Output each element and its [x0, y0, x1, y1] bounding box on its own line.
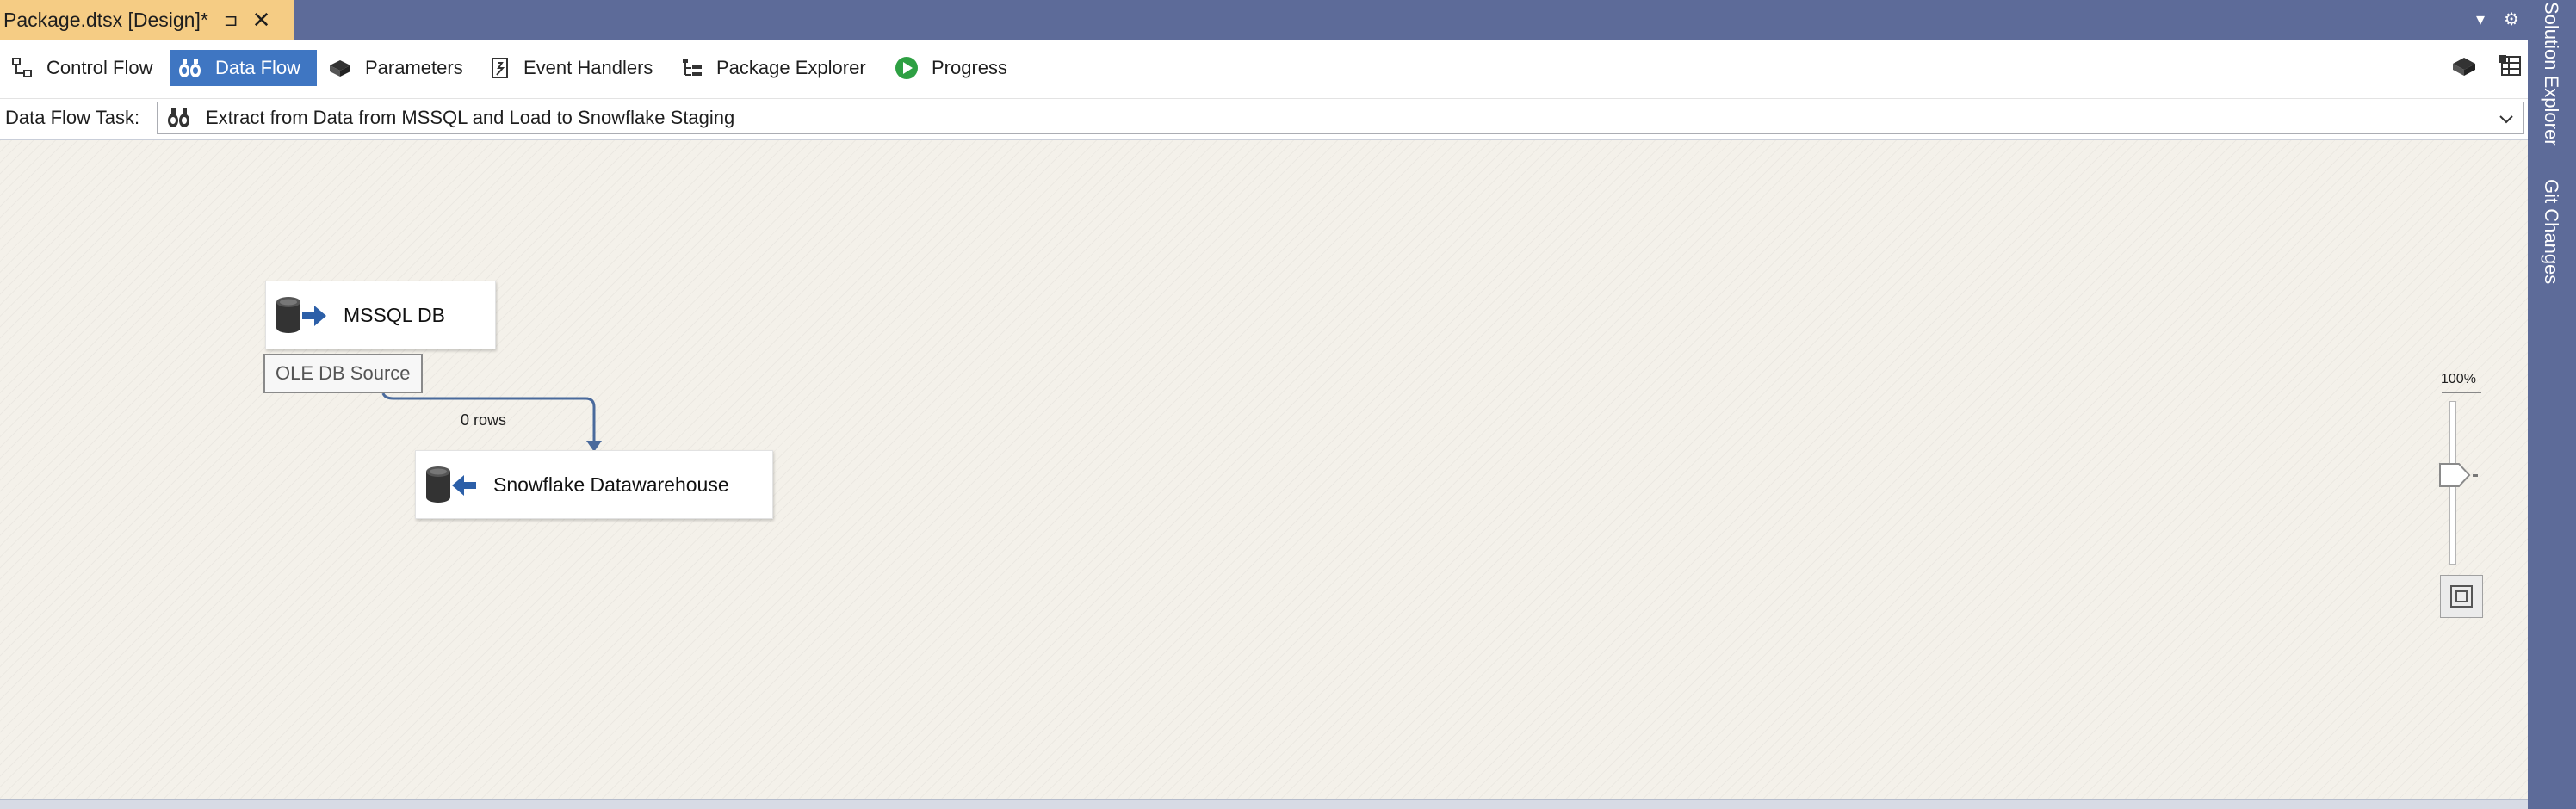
- settings-gear-icon[interactable]: ⚙: [2504, 9, 2519, 30]
- ole-db-destination-icon: [426, 466, 476, 503]
- control-flow-icon: [12, 58, 32, 77]
- data-flow-path[interactable]: [0, 140, 2528, 799]
- package-explorer-icon: [683, 59, 702, 76]
- event-handlers-icon: [492, 58, 508, 78]
- data-flow-task-row: Data Flow Task: Extract from Data from M…: [0, 99, 2528, 140]
- tab-package-explorer-label: Package Explorer: [716, 57, 866, 78]
- tab-data-flow[interactable]: Data Flow: [170, 50, 317, 86]
- data-flow-task-dropdown[interactable]: Extract from Data from MSSQL and Load to…: [157, 102, 2524, 134]
- tab-control-flow-label: Control Flow: [46, 57, 153, 78]
- chevron-down-icon[interactable]: [2496, 108, 2517, 129]
- close-tab-icon[interactable]: ✕: [252, 9, 271, 31]
- side-tab-solution-explorer[interactable]: Solution Explorer: [2540, 2, 2562, 146]
- zoom-label-underline: [2442, 392, 2481, 393]
- data-flow-design-canvas[interactable]: MSSQL DB OLE DB Source 0 rows Snowflake …: [0, 140, 2528, 799]
- tab-progress[interactable]: Progress: [887, 50, 1016, 86]
- variables-icon[interactable]: [2450, 53, 2478, 79]
- zoom-slider-thumb[interactable]: [2438, 461, 2471, 489]
- document-tab-strip: Package.dtsx [Design]* ⊐ ✕ ▾ ⚙: [0, 0, 2528, 40]
- tab-event-handlers[interactable]: Event Handlers: [482, 50, 661, 86]
- tab-parameters[interactable]: Parameters: [320, 50, 472, 86]
- parameters-icon: [330, 60, 350, 77]
- data-flow-icon: [179, 59, 201, 77]
- designer-bottom-border: [0, 799, 2528, 809]
- tab-package-explorer[interactable]: Package Explorer: [673, 50, 875, 86]
- side-tab-git-changes[interactable]: Git Changes: [2540, 179, 2562, 284]
- ole-db-source-icon: [276, 297, 326, 333]
- path-row-count: 0 rows: [461, 411, 507, 429]
- data-flow-task-value: Extract from Data from MSSQL and Load to…: [206, 107, 735, 128]
- tab-parameters-label: Parameters: [365, 57, 463, 78]
- ssis-toolbox-icon[interactable]: [2497, 53, 2523, 79]
- toolbar-right-buttons: [2450, 53, 2523, 79]
- component-name: MSSQL DB: [344, 303, 446, 326]
- document-tab-title: Package.dtsx [Design]*: [3, 8, 208, 31]
- zoom-to-fit-button[interactable]: [2440, 575, 2483, 618]
- component-snowflake-datawarehouse[interactable]: Snowflake Datawarehouse: [415, 450, 773, 519]
- tab-event-handlers-label: Event Handlers: [523, 57, 653, 78]
- zoom-to-fit-icon: [2450, 585, 2473, 608]
- progress-icon: [895, 57, 918, 79]
- tab-data-flow-label: Data Flow: [215, 57, 301, 78]
- component-type-tooltip: OLE DB Source: [263, 354, 423, 393]
- data-flow-task-label: Data Flow Task:: [5, 107, 140, 128]
- tab-control-flow[interactable]: Control Flow: [3, 50, 161, 86]
- tab-progress-label: Progress: [932, 57, 1008, 78]
- pin-tab-icon[interactable]: ⊐: [224, 9, 238, 31]
- tab-dropdown-icon[interactable]: ▾: [2476, 9, 2485, 30]
- side-panel-tabs: Solution Explorer Git Changes: [2528, 0, 2576, 807]
- tabstrip-controls: ▾ ⚙: [2476, 9, 2519, 30]
- component-name: Snowflake Datawarehouse: [493, 472, 729, 496]
- data-flow-task-icon: [168, 108, 189, 127]
- zoom-level-label: 100%: [2441, 372, 2476, 386]
- designer-toolbar: Control Flow Data Flow Parameters Event …: [0, 40, 2528, 99]
- document-tab-package[interactable]: Package.dtsx [Design]* ⊐ ✕: [0, 0, 294, 40]
- zoom-slider-tick: [2473, 474, 2478, 477]
- component-mssql-db[interactable]: MSSQL DB: [265, 281, 496, 349]
